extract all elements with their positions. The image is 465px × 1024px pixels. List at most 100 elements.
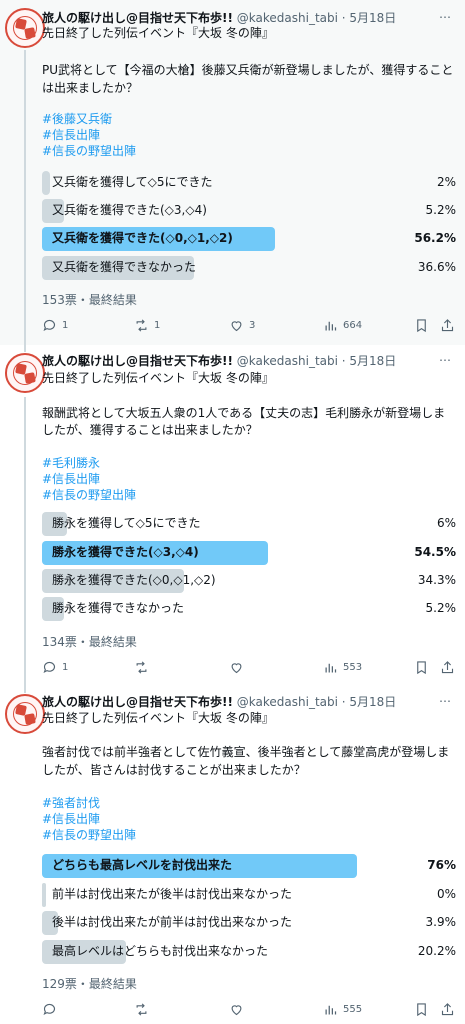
repost-button[interactable]: 1 bbox=[134, 316, 160, 334]
poll-option-label: 最高レベルはどちらも討伐出来なかった bbox=[52, 944, 269, 958]
poll-option-label: 又兵衛を獲得して◇5にできた bbox=[52, 175, 213, 189]
view-count: 555 bbox=[343, 1003, 363, 1015]
thread-line bbox=[24, 50, 26, 345]
bookmark-button[interactable] bbox=[414, 316, 429, 334]
tweet-actions: 555 bbox=[42, 1000, 456, 1018]
reply-button[interactable]: 1 bbox=[42, 658, 68, 676]
author-handle[interactable]: @kakedashi_tabi bbox=[237, 11, 338, 25]
poll-option-label: 又兵衛を獲得できた(◇0,◇1,◇2) bbox=[52, 231, 233, 245]
repost-button[interactable] bbox=[134, 658, 154, 676]
poll-option: どちらも最高レベルを討伐出来た 76% bbox=[42, 854, 456, 878]
tweet-text-line2: 報酬武将として大坂五人衆の1人である【丈夫の志】毛利勝永が新登場しま bbox=[42, 406, 446, 420]
views-icon bbox=[325, 1005, 337, 1014]
tweet-text-line2: PU武将として【今福の大槍】後藤又兵衛が新登場しましたが、獲得すること bbox=[42, 63, 454, 77]
poll-option-label: 勝永を獲得して◇5にできた bbox=[52, 516, 201, 530]
poll-option-label: 勝永を獲得できなかった bbox=[52, 601, 185, 615]
like-button[interactable] bbox=[229, 1000, 249, 1018]
tweet-date[interactable]: 5月18日 bbox=[349, 354, 396, 368]
tweet-1[interactable]: 旅人の駆け出し@目指せ天下布歩!! @kakedashi_tabi · 5月18… bbox=[0, 0, 465, 345]
poll-option-percent: 54.5% bbox=[414, 545, 456, 559]
avatar[interactable] bbox=[5, 353, 45, 393]
poll-option: 最高レベルはどちらも討伐出来なかった 20.2% bbox=[42, 940, 456, 964]
poll-option-label: 又兵衛を獲得できなかった bbox=[52, 260, 197, 274]
poll-footer: 134票・最終結果 bbox=[42, 635, 137, 649]
poll-option-percent: 56.2% bbox=[414, 231, 456, 245]
bookmark-icon bbox=[417, 1002, 426, 1016]
author-name[interactable]: 旅人の駆け出し@目指せ天下布歩!! bbox=[42, 354, 233, 368]
thread-line bbox=[24, 685, 26, 693]
poll-option-label: 勝永を獲得できた(◇3,◇4) bbox=[52, 545, 199, 559]
hashtag[interactable]: #信長の野望出陣 bbox=[42, 487, 136, 503]
share-icon bbox=[441, 318, 454, 331]
author-handle[interactable]: @kakedashi_tabi bbox=[237, 354, 338, 368]
heart-icon bbox=[231, 1004, 242, 1015]
poll-option-label: 後半は討伐出来たが前半は討伐出来なかった bbox=[52, 915, 293, 929]
like-button[interactable] bbox=[229, 658, 249, 676]
views-icon bbox=[325, 321, 337, 330]
poll-option: 又兵衛を獲得して◇5にできた 2% bbox=[42, 171, 456, 195]
tweet-text-line3: したが、皆さんは討伐することが出来ましたか？ bbox=[42, 763, 306, 777]
hashtag[interactable]: #信長出陣 bbox=[42, 471, 100, 487]
more-icon[interactable]: … bbox=[437, 8, 453, 23]
tweet-actions: 1 1 3 664 bbox=[42, 316, 456, 334]
reply-icon bbox=[43, 661, 56, 673]
reply-button[interactable]: 1 bbox=[42, 316, 68, 334]
poll-option-percent: 5.2% bbox=[425, 203, 457, 217]
hashtag[interactable]: #信長の野望出陣 bbox=[42, 143, 136, 159]
avatar[interactable] bbox=[5, 694, 45, 734]
tweet-2[interactable]: 旅人の駆け出し@目指せ天下布歩!! @kakedashi_tabi · 5月18… bbox=[0, 345, 465, 685]
reply-count: 1 bbox=[62, 319, 69, 331]
poll-option-percent: 5.2% bbox=[425, 601, 457, 615]
like-count: 3 bbox=[249, 319, 256, 331]
views-button[interactable]: 664 bbox=[323, 316, 362, 334]
poll-option: 勝永を獲得して◇5にできた 6% bbox=[42, 512, 456, 536]
views-icon bbox=[325, 663, 337, 672]
reply-icon bbox=[43, 1003, 56, 1015]
poll-option: 又兵衛を獲得できた(◇3,◇4) 5.2% bbox=[42, 199, 456, 223]
avatar[interactable] bbox=[5, 8, 45, 48]
tweet-header: 旅人の駆け出し@目指せ天下布歩!! @kakedashi_tabi · 5月18… bbox=[42, 354, 397, 368]
share-button[interactable] bbox=[440, 658, 455, 676]
views-button[interactable]: 553 bbox=[323, 658, 362, 676]
reply-count: 1 bbox=[62, 661, 69, 673]
share-icon bbox=[441, 1002, 454, 1015]
repost-count: 1 bbox=[154, 319, 161, 331]
reply-button[interactable] bbox=[42, 1000, 62, 1018]
poll-option: 勝永を獲得できた(◇0,◇1,◇2) 34.3% bbox=[42, 569, 456, 593]
tweet-date[interactable]: 5月18日 bbox=[349, 695, 396, 709]
more-icon[interactable]: … bbox=[437, 351, 453, 366]
poll-footer: 129票・最終結果 bbox=[42, 977, 137, 991]
author-handle[interactable]: @kakedashi_tabi bbox=[237, 695, 338, 709]
bookmark-button[interactable] bbox=[414, 1000, 429, 1018]
poll-option-label: 勝永を獲得できた(◇0,◇1,◇2) bbox=[52, 573, 216, 587]
like-button[interactable]: 3 bbox=[229, 316, 255, 334]
hashtag[interactable]: #強者討伐 bbox=[42, 795, 100, 811]
hashtag[interactable]: #後藤又兵衛 bbox=[42, 111, 112, 127]
poll-option: 又兵衛を獲得できた(◇0,◇1,◇2) 56.2% bbox=[42, 227, 456, 251]
poll-option-percent: 2% bbox=[436, 175, 456, 189]
share-button[interactable] bbox=[440, 316, 455, 334]
poll-option-percent: 36.6% bbox=[417, 260, 456, 274]
heart-icon bbox=[231, 662, 242, 673]
poll-option-label: 前半は討伐出来たが後半は討伐出来なかった bbox=[52, 887, 293, 901]
share-button[interactable] bbox=[440, 1000, 455, 1018]
more-icon[interactable]: … bbox=[437, 692, 453, 707]
author-name[interactable]: 旅人の駆け出し@目指せ天下布歩!! bbox=[42, 11, 233, 25]
repost-icon bbox=[136, 1002, 147, 1016]
views-button[interactable]: 555 bbox=[323, 1000, 362, 1018]
view-count: 664 bbox=[343, 319, 363, 331]
hashtag[interactable]: #信長の野望出陣 bbox=[42, 827, 136, 843]
repost-button[interactable] bbox=[134, 1000, 154, 1018]
tweet-text-line1: 先日終了した列伝イベント『大坂 冬の陣』 bbox=[42, 26, 274, 40]
hashtag[interactable]: #信長出陣 bbox=[42, 127, 100, 143]
tweet-3[interactable]: 旅人の駆け出し@目指せ天下布歩!! @kakedashi_tabi · 5月18… bbox=[0, 685, 465, 1024]
tweet-date[interactable]: 5月18日 bbox=[349, 11, 396, 25]
hashtag[interactable]: #毛利勝永 bbox=[42, 455, 100, 471]
hashtag[interactable]: #信長出陣 bbox=[42, 811, 100, 827]
poll-bar bbox=[42, 171, 51, 195]
bookmark-button[interactable] bbox=[414, 658, 429, 676]
poll-bar bbox=[42, 883, 46, 907]
author-name[interactable]: 旅人の駆け出し@目指せ天下布歩!! bbox=[42, 695, 233, 709]
bookmark-icon bbox=[417, 318, 426, 332]
heart-icon bbox=[231, 320, 242, 331]
